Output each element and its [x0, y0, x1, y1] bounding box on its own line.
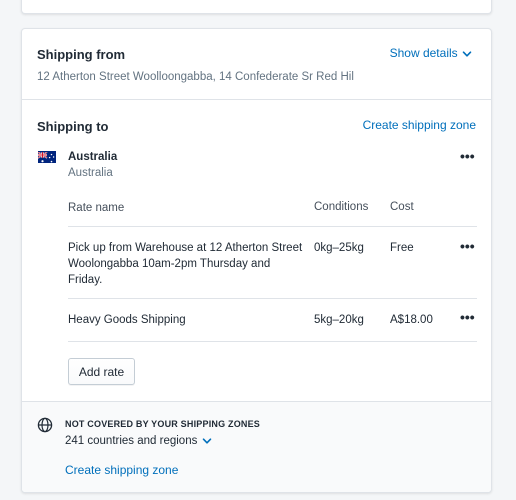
not-covered-heading: NOT COVERED BY YOUR SHIPPING ZONES	[65, 419, 261, 429]
show-details-label: Show details	[389, 46, 458, 60]
zone-more-actions-icon[interactable]: •••	[460, 148, 475, 164]
zone-name: Australia	[68, 151, 118, 163]
shipping-from-address: 12 Atherton Street Woolloongabba, 14 Con…	[37, 71, 354, 83]
rate-conditions: 0kg–25kg	[314, 242, 364, 254]
show-details-link[interactable]: Show details	[390, 46, 473, 60]
zone-country: Australia	[68, 167, 113, 179]
rate-name-line: Friday.	[68, 274, 103, 286]
column-header-cost: Cost	[390, 201, 414, 213]
column-header-rate-name: Rate name	[68, 202, 125, 214]
create-shipping-zone-link[interactable]: Create shipping zone	[363, 118, 476, 132]
rate-more-actions-icon[interactable]: •••	[460, 309, 475, 325]
globe-icon	[37, 417, 53, 433]
create-shipping-zone-footer-link[interactable]: Create shipping zone	[65, 463, 178, 477]
rate-cost: A$18.00	[390, 314, 433, 326]
shipping-to-title: Shipping to	[37, 119, 109, 134]
rate-name-line: Pick up from Warehouse at 12 Atherton St…	[68, 242, 303, 254]
countries-dropdown[interactable]: 241 countries and regions	[65, 435, 213, 447]
rate-conditions: 5kg–20kg	[314, 314, 364, 326]
table-row-divider	[68, 341, 477, 342]
rate-name: Heavy Goods Shipping	[68, 314, 186, 326]
add-rate-button[interactable]: Add rate	[68, 358, 135, 385]
table-row: Pick up from Warehouse at 12 Atherton St…	[68, 240, 308, 288]
australia-flag-icon	[38, 151, 56, 163]
table-header-divider	[68, 226, 477, 227]
rate-name-line: Woolongabba 10am-2pm Thursday and	[68, 258, 271, 270]
chevron-down-icon	[202, 438, 211, 444]
shipping-from-section: Shipping from 12 Atherton Street Woolloo…	[22, 29, 491, 100]
previous-card	[21, 0, 492, 14]
rate-cost: Free	[390, 242, 414, 254]
column-header-conditions: Conditions	[314, 201, 369, 213]
countries-count-label: 241 countries and regions	[65, 435, 198, 448]
table-row-divider	[68, 298, 477, 299]
chevron-down-icon	[462, 51, 472, 57]
rate-more-actions-icon[interactable]: •••	[460, 238, 475, 254]
shipping-from-title: Shipping from	[37, 47, 126, 62]
shipping-card: Shipping from 12 Atherton Street Woolloo…	[21, 28, 492, 493]
not-covered-section: NOT COVERED BY YOUR SHIPPING ZONES 241 c…	[22, 401, 491, 492]
